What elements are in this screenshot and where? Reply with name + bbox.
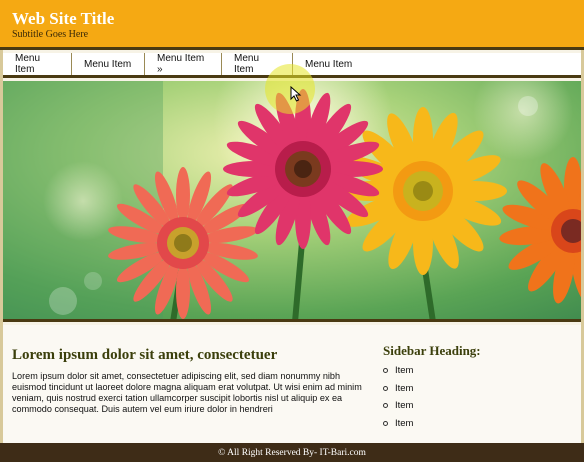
content-area: Lorem ipsum dolor sit amet, consectetuer…	[3, 325, 581, 443]
sidebar-item-label[interactable]: Item	[395, 383, 413, 394]
sidebar-heading: Sidebar Heading:	[383, 343, 481, 358]
nav-item-2[interactable]: Menu Item	[72, 53, 145, 75]
sidebar-item-label[interactable]: Item	[395, 418, 413, 429]
nav-item-3-dropdown[interactable]: Menu Item »	[145, 53, 222, 75]
bullet-icon	[383, 420, 388, 426]
mouse-pointer-icon	[290, 86, 302, 102]
site-title[interactable]: Web Site Title	[12, 9, 114, 29]
site-header: Web Site Title Subtitle Goes Here	[0, 0, 584, 50]
sidebar-item-label[interactable]: Item	[395, 400, 413, 411]
nav-item-1[interactable]: Menu Item	[3, 53, 72, 75]
sidebar-item-label[interactable]: Item	[395, 365, 413, 376]
sidebar-item[interactable]: Item	[381, 362, 413, 380]
site-footer: © All Right Reserved By- IT-Bari.com	[0, 443, 584, 462]
main-paragraph: Lorem ipsum dolor sit amet, consectetuer…	[12, 371, 362, 414]
hero-flowers-image	[3, 81, 581, 319]
footer-copyright: © All Right Reserved By- IT-Bari.com	[218, 447, 366, 458]
hero-banner	[3, 81, 581, 322]
bullet-icon	[383, 403, 388, 409]
main-heading: Lorem ipsum dolor sit amet, consectetuer	[12, 347, 278, 363]
sidebar-item[interactable]: Item	[381, 415, 413, 433]
bullet-icon	[383, 368, 388, 374]
bullet-icon	[383, 385, 388, 391]
sidebar-list: Item Item Item Item	[381, 362, 413, 432]
site-subtitle: Subtitle Goes Here	[12, 29, 89, 40]
sidebar-item[interactable]: Item	[381, 397, 413, 415]
sidebar-item[interactable]: Item	[381, 380, 413, 398]
